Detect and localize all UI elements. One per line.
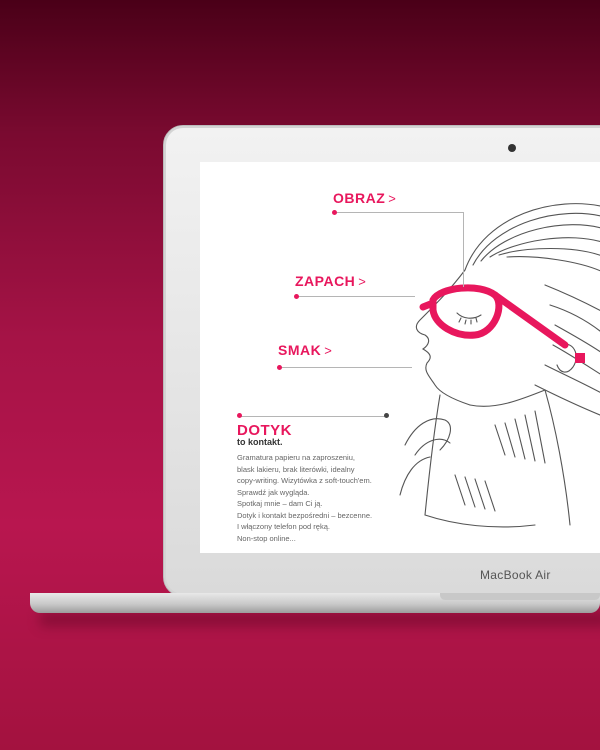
dotyk-line: Sprawdź jak wygląda. <box>237 487 310 497</box>
connector-smak-horizontal <box>280 367 412 368</box>
dotyk-line: Dotyk i kontakt bezpośredni – bezcenne. <box>237 510 373 520</box>
dotyk-line: Non-stop online... <box>237 533 296 543</box>
laptop-shadow <box>40 612 600 626</box>
dotyk-line: Gramatura papieru na zaproszeniu, <box>237 453 355 462</box>
laptop-opening-notch <box>440 593 600 600</box>
label-smak[interactable]: SMAK > <box>278 342 332 358</box>
connector-zapach-horizontal <box>297 296 415 297</box>
laptop-mockup: OBRAZ > ZAPACH > SMAK > DOTYK to kontakt. G… <box>0 0 600 750</box>
dot-zapach <box>294 294 299 299</box>
chevron-right-icon: > <box>358 274 367 289</box>
dotyk-line: Spotkaj mnie – dam Ci ją. <box>237 499 323 508</box>
label-smak-text: SMAK <box>278 342 322 358</box>
dot-obraz <box>332 210 337 215</box>
dotyk-line: I włączony telefon pod ręką. <box>237 522 330 531</box>
connector-obraz-horizontal <box>335 212 463 213</box>
dot-dotyk <box>237 413 242 418</box>
woman-with-glasses-illustration <box>399 203 600 528</box>
dot-dotyk-end <box>384 413 389 418</box>
dotyk-description: Gramatura papieru na zaproszeniu, blask … <box>237 452 397 544</box>
webcam-icon <box>508 144 516 152</box>
connector-obraz-vertical <box>463 212 464 287</box>
label-zapach[interactable]: ZAPACH > <box>295 273 366 289</box>
chevron-right-icon: > <box>324 343 333 358</box>
chevron-right-icon: > <box>388 191 397 206</box>
label-zapach-text: ZAPACH <box>295 273 356 289</box>
label-obraz-text: OBRAZ <box>333 190 386 206</box>
connector-dotyk-horizontal <box>240 416 386 417</box>
dotyk-line: copy-writing. Wizytówka z soft-touch'em. <box>237 476 372 485</box>
dotyk-line: blask lakieru, brak literówki, idealny <box>237 464 355 474</box>
dot-smak <box>277 365 282 370</box>
dotyk-subtitle: to kontakt. <box>237 437 283 447</box>
device-brand-label: MacBook Air <box>480 568 551 582</box>
label-obraz[interactable]: OBRAZ > <box>333 190 396 206</box>
